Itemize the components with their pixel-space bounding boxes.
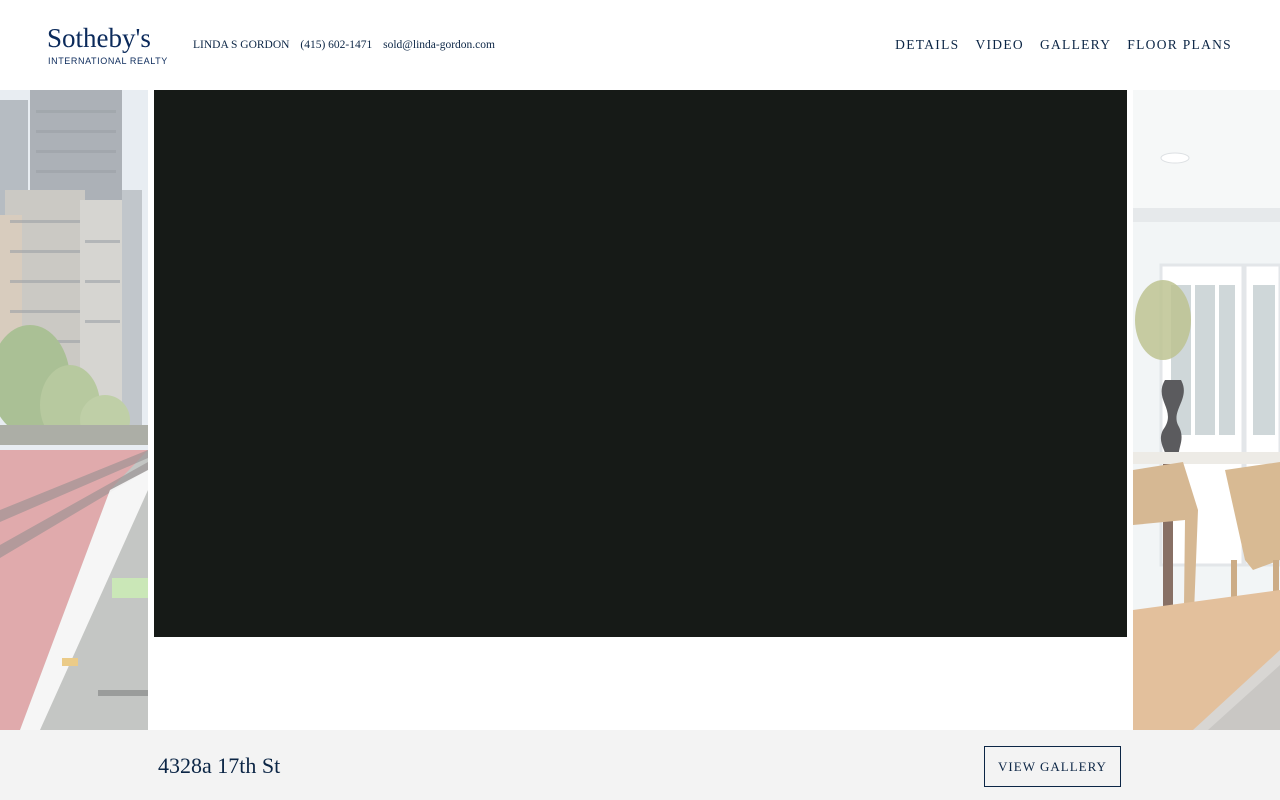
logo-wordmark: Sotheby's xyxy=(47,23,151,53)
gallery-prev-image[interactable] xyxy=(0,90,148,730)
listing-footer-bar: 4328a 17th St VIEW GALLERY xyxy=(0,730,1280,800)
site-header: Sotheby's INTERNATIONAL REALTY LINDA S G… xyxy=(0,0,1280,90)
nav-floor-plans[interactable]: FLOOR PLANS xyxy=(1127,37,1232,53)
sothebys-logo[interactable]: Sotheby's INTERNATIONAL REALTY xyxy=(47,22,167,68)
gallery-next-image[interactable] xyxy=(1133,90,1280,730)
nav-video[interactable]: VIDEO xyxy=(975,37,1024,53)
property-address: 4328a 17th St xyxy=(158,753,281,778)
side-fade-overlay xyxy=(1133,90,1280,730)
nav-details[interactable]: DETAILS xyxy=(895,37,959,53)
side-fade-overlay xyxy=(0,90,148,730)
agent-email[interactable]: sold@linda-gordon.com xyxy=(383,39,495,51)
view-gallery-button[interactable]: VIEW GALLERY xyxy=(984,746,1121,787)
nav-gallery[interactable]: GALLERY xyxy=(1040,37,1111,53)
main-nav: DETAILS VIDEO GALLERY FLOOR PLANS xyxy=(895,37,1232,53)
agent-contact: LINDA S GORDON (415) 602-1471 sold@linda… xyxy=(193,38,503,52)
property-video-player[interactable] xyxy=(154,90,1127,637)
logo-subtitle: INTERNATIONAL REALTY xyxy=(48,56,168,66)
agent-name: LINDA S GORDON xyxy=(193,39,290,51)
agent-phone[interactable]: (415) 602-1471 xyxy=(300,39,372,51)
video-area-spacer xyxy=(148,637,1133,730)
